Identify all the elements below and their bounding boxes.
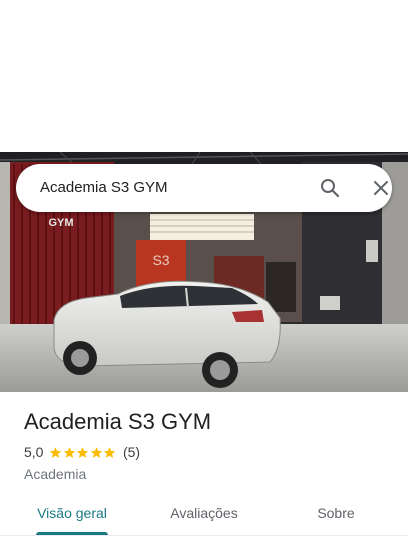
star-icon <box>63 446 76 458</box>
wall-logo-text: S3 <box>152 252 169 268</box>
rating-row[interactable]: 5,0 (5) <box>24 443 140 461</box>
rating-value: 5,0 <box>24 444 44 460</box>
place-name: Academia S3 GYM <box>24 409 212 434</box>
tab-reviews[interactable]: Avaliações <box>152 496 256 536</box>
star-icon <box>77 446 89 458</box>
star-icon <box>104 446 116 458</box>
gym-sign-text: GYM <box>48 217 73 229</box>
star-rating <box>49 446 117 459</box>
tab-about[interactable]: Sobre <box>284 496 388 536</box>
place-category: Academia <box>24 466 87 482</box>
search-bar[interactable]: Academia S3 GYM <box>16 164 392 212</box>
star-icon <box>50 446 62 458</box>
star-icon <box>90 446 103 458</box>
tabs-divider <box>0 535 408 536</box>
review-count[interactable]: (5) <box>123 444 140 460</box>
search-icon[interactable] <box>318 176 342 200</box>
search-input[interactable]: Academia S3 GYM <box>40 178 168 198</box>
close-icon[interactable] <box>369 176 393 200</box>
tab-overview[interactable]: Visão geral <box>20 496 124 536</box>
map-blank-area <box>0 0 408 152</box>
